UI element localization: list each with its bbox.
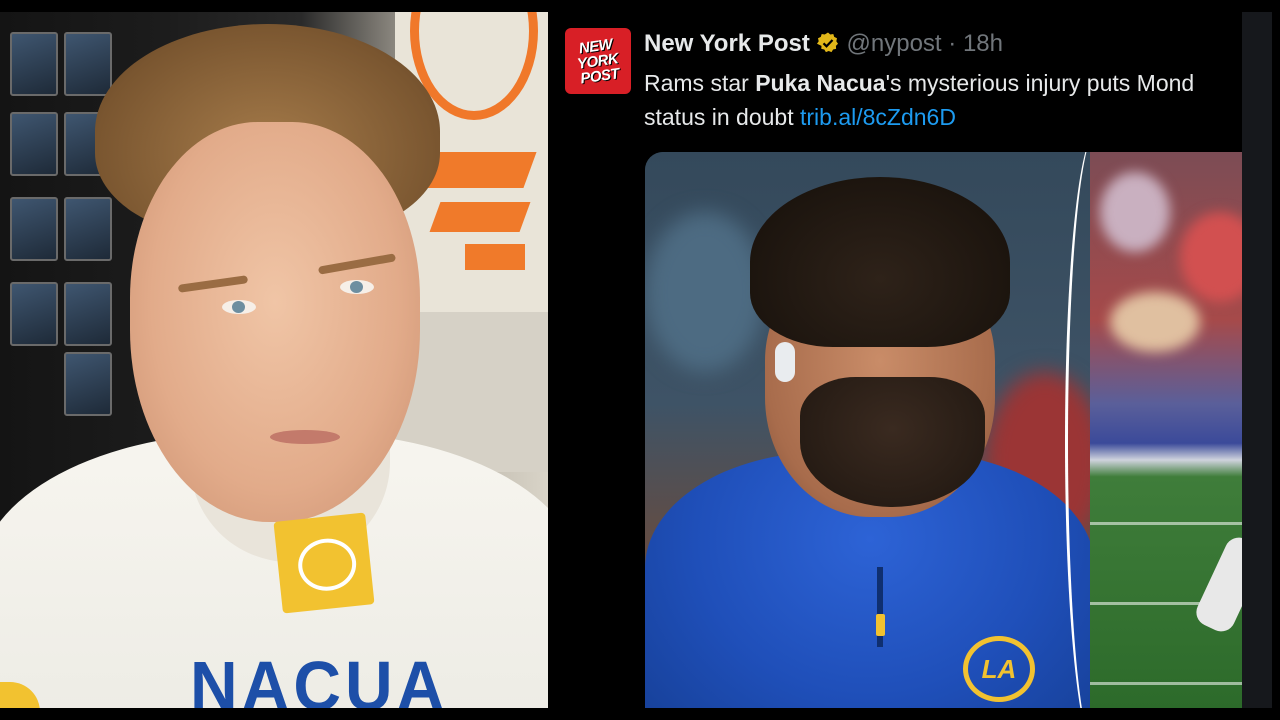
eye [222,300,256,314]
tweet-text-part: 's mysterious injury puts Mond [885,70,1195,96]
player-hair [750,177,1010,347]
trading-card [64,282,112,346]
webcam-feed: NACUA [0,12,548,708]
author-handle[interactable]: @nypost [847,30,942,57]
rams-la-logo: LA [963,636,1035,702]
football-cleat [1191,532,1242,637]
nypost-logo: NEW YORK POST [574,35,621,87]
tweet-text-part: Rams star [644,70,756,96]
tweet-text-bold: Puka Nacua [755,70,886,96]
trading-card [10,32,58,96]
rams-logo-tag [273,512,375,614]
player-beard [800,377,985,507]
separator-dot: · [948,30,957,57]
mouth [270,430,340,444]
zipper-pull [876,614,885,636]
trading-card [64,32,112,96]
tweet-text: Rams star Puka Nacua's mysterious injury… [644,66,1242,134]
tweet-header: New York Post @nypost · 18h [644,30,1003,58]
verified-badge-icon [816,31,840,55]
photo-divider [1065,152,1128,708]
tweet-link[interactable]: trib.al/8cZdn6D [800,104,956,130]
jersey-name-text: NACUA [190,647,449,708]
crowd-blur [1180,212,1242,302]
trading-card [64,352,112,416]
window-edge [1242,12,1272,708]
tweet-card[interactable]: NEW YORK POST New York Post @nypost · 18… [549,12,1242,708]
earbud [775,342,795,382]
trading-card [64,197,112,261]
eye [340,280,374,294]
poster-shape [465,244,525,270]
author-name[interactable]: New York Post [644,30,810,57]
nypost-avatar[interactable]: NEW YORK POST [565,28,631,94]
tweet-media[interactable]: LA [645,152,1242,708]
tweet-timestamp[interactable]: 18h [963,30,1003,57]
trading-card [10,112,58,176]
player-photo[interactable]: LA [645,152,1095,708]
poster-shape [429,202,531,232]
background-blur [645,212,765,372]
tweet-text-part: status in doubt [644,104,800,130]
trading-card [10,197,58,261]
ram-horn-icon [295,535,359,594]
face [130,122,420,522]
trading-card [10,282,58,346]
